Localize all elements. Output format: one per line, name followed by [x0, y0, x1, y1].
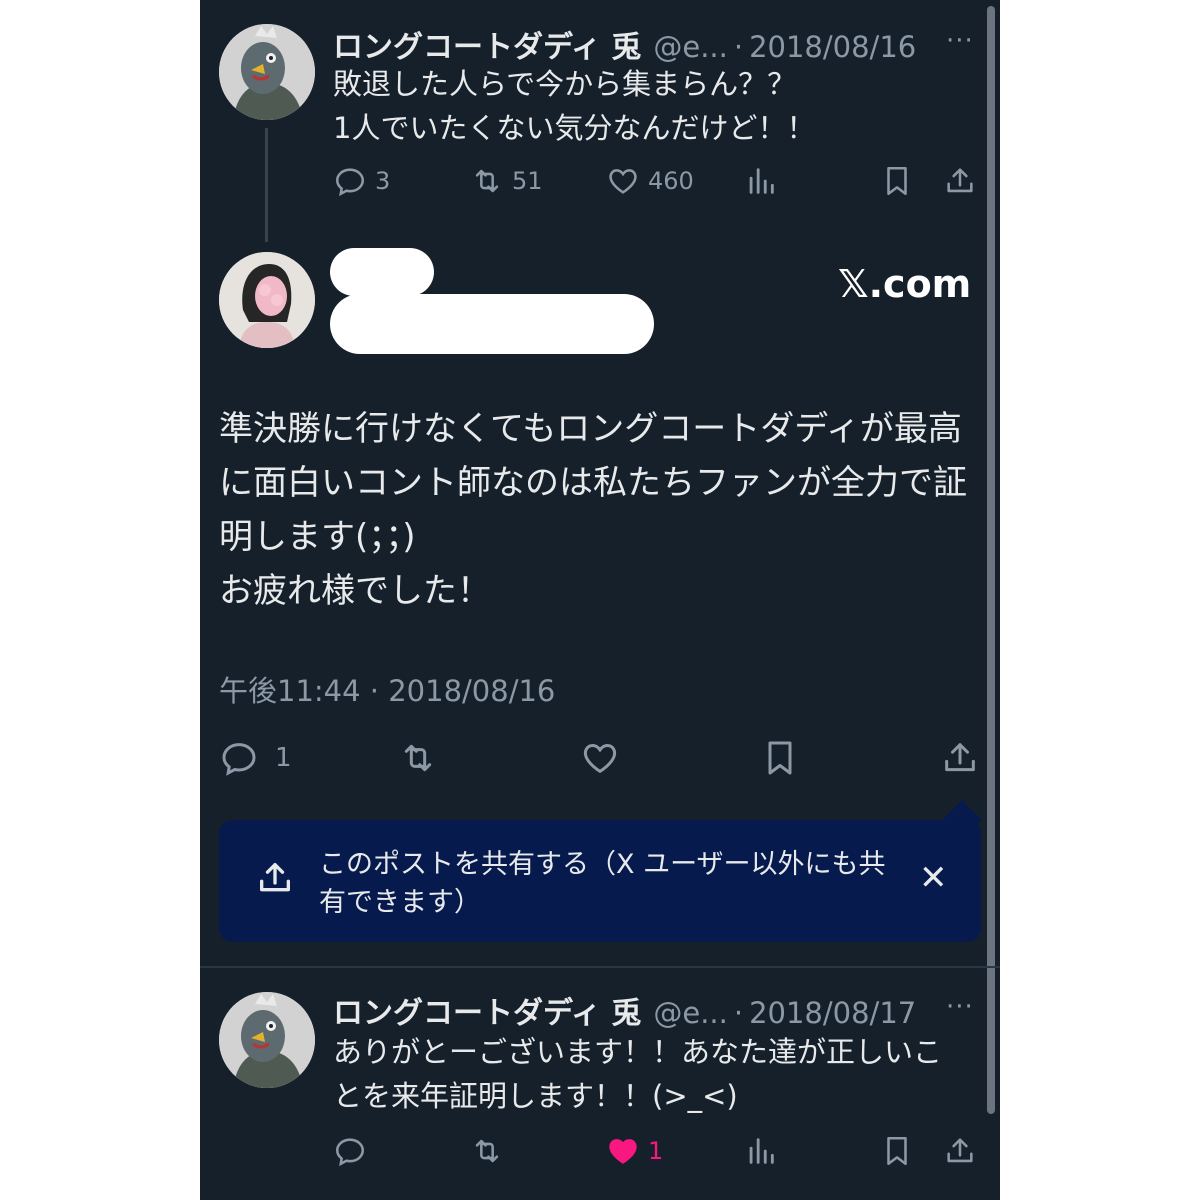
reply-icon	[335, 1138, 365, 1167]
share-banner[interactable]: このポストを共有する（X ユーザー以外にも共有できます） ✕	[219, 820, 981, 942]
divider	[200, 966, 1000, 968]
reply-button[interactable]	[333, 1134, 367, 1168]
post-date[interactable]: 2018/08/16	[749, 30, 916, 64]
retweet-count: 51	[512, 167, 543, 195]
bookmark-button[interactable]	[880, 1134, 914, 1168]
share-button[interactable]	[940, 738, 980, 778]
xcom-watermark: 𝕏.com	[838, 262, 972, 306]
user-avatar-icon	[219, 252, 315, 348]
tweet-text: 敗退した人らで今から集まらん？？ 1人でいたくない気分なんだけど！！	[333, 67, 816, 145]
share-icon	[945, 743, 975, 772]
share-icon	[255, 858, 295, 902]
more-icon[interactable]: ···	[946, 26, 974, 56]
share-banner-text: このポストを共有する（X ユーザー以外にも共有できます）	[319, 849, 886, 918]
main-tweet-text: 準決勝に行けなくてもロングコートダディが最高 に面白いコント師なのは私たちファン…	[219, 409, 967, 611]
bookmark-button[interactable]	[760, 738, 800, 778]
avatar[interactable]	[219, 992, 315, 1088]
reply-count: 1	[275, 743, 292, 773]
share-button[interactable]	[943, 164, 977, 198]
author-name[interactable]: ロングコートダディ 兎	[333, 988, 641, 1032]
more-icon[interactable]: ···	[946, 992, 974, 1022]
avatar[interactable]	[219, 252, 315, 348]
tweet-text: ありがとーございます！！あなた達が正しいこ とを来年証明します！！(>_<)	[333, 1035, 943, 1113]
retweet-button[interactable]	[470, 1134, 504, 1168]
retweet-button[interactable]: 51	[470, 164, 543, 198]
reply-button[interactable]: 1	[219, 738, 292, 778]
tweet-header: ロングコートダディ 兎 @e... · 2018/08/16	[333, 22, 916, 66]
share-icon	[947, 1138, 973, 1163]
reply-count: 3	[375, 167, 391, 195]
author-handle[interactable]: @e...	[653, 996, 728, 1030]
reply-button[interactable]: 3	[333, 164, 390, 198]
close-icon[interactable]: ✕	[919, 858, 948, 898]
author-handle[interactable]: @e...	[653, 30, 728, 64]
views-icon	[749, 1138, 774, 1164]
avatar[interactable]	[219, 24, 315, 120]
redacted-handle	[330, 294, 654, 354]
author-name[interactable]: ロングコートダディ 兎	[333, 22, 641, 66]
separator: ·	[733, 30, 744, 64]
bookmark-icon	[768, 741, 792, 775]
main-tweet-timestamp[interactable]: 午後11:44 · 2018/08/16	[219, 668, 555, 710]
retweet-button[interactable]	[398, 738, 438, 778]
tweet-header: ロングコートダディ 兎 @e... · 2018/08/17	[333, 988, 916, 1032]
share-icon	[947, 168, 973, 193]
retweet-icon	[404, 744, 432, 772]
reply-icon	[335, 168, 365, 197]
like-count: 1	[648, 1137, 664, 1165]
heart-icon	[583, 743, 617, 774]
retweet-icon	[475, 169, 499, 193]
heart-filled-icon	[609, 1139, 637, 1164]
views-button[interactable]	[744, 164, 778, 198]
redacted-name	[330, 248, 434, 296]
monster-avatar-icon	[219, 992, 315, 1088]
like-button[interactable]	[580, 738, 620, 778]
bookmark-icon	[887, 1136, 907, 1166]
monster-avatar-icon	[219, 24, 315, 120]
share-button[interactable]	[943, 1134, 977, 1168]
separator: ·	[733, 996, 744, 1030]
like-button[interactable]: 1	[606, 1134, 663, 1168]
like-count: 460	[648, 167, 694, 195]
views-button[interactable]	[744, 1134, 778, 1168]
post-date[interactable]: 2018/08/17	[749, 996, 916, 1030]
like-button[interactable]: 460	[606, 164, 694, 198]
thread-line	[265, 128, 268, 242]
views-icon	[749, 168, 774, 194]
bookmark-button[interactable]	[880, 164, 914, 198]
retweet-icon	[475, 1139, 499, 1163]
bookmark-icon	[887, 166, 907, 196]
reply-icon	[222, 743, 256, 776]
heart-icon	[609, 169, 637, 194]
